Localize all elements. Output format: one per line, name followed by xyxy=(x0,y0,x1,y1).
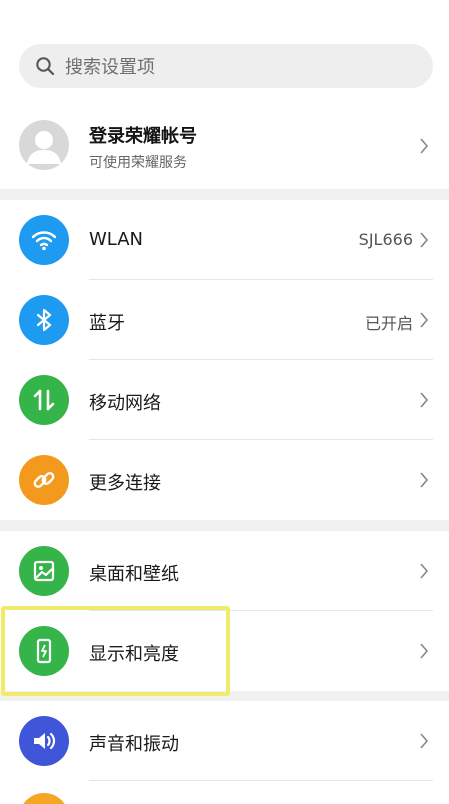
settings-group-connectivity: WLAN SJL666 蓝牙 已开启 移动网络 更多连接 xyxy=(0,200,449,520)
settings-item-display-brightness[interactable]: 显示和亮度 xyxy=(0,611,449,691)
avatar xyxy=(19,120,69,170)
chevron-right-icon xyxy=(419,563,429,579)
settings-item-wlan[interactable]: WLAN SJL666 xyxy=(0,200,449,280)
divider xyxy=(89,780,433,781)
account-title: 登录荣耀帐号 xyxy=(89,126,197,147)
chevron-right-icon xyxy=(419,138,429,154)
chevron-right-icon xyxy=(419,312,429,328)
chevron-right-icon xyxy=(419,733,429,749)
settings-item-value: 已开启 xyxy=(364,314,413,333)
account-subtitle: 可使用荣耀服务 xyxy=(89,155,187,171)
settings-item-mobile-network[interactable]: 移动网络 xyxy=(0,360,449,440)
wifi-icon xyxy=(19,215,69,265)
search-bar[interactable]: 搜索设置项 xyxy=(19,44,433,88)
account-row[interactable]: 登录荣耀帐号 可使用荣耀服务 xyxy=(0,112,449,180)
header-area: 搜索设置项 登录荣耀帐号 可使用荣耀服务 xyxy=(0,0,449,189)
chevron-right-icon xyxy=(419,392,429,408)
settings-item-sound-vibration[interactable]: 声音和振动 xyxy=(0,701,449,781)
settings-item-bluetooth[interactable]: 蓝牙 已开启 xyxy=(0,280,449,360)
mobile-data-icon xyxy=(19,375,69,425)
search-icon xyxy=(35,56,55,76)
chevron-right-icon xyxy=(419,643,429,659)
chevron-right-icon xyxy=(419,472,429,488)
wallpaper-icon xyxy=(19,546,69,596)
settings-item-label: 显示和亮度 xyxy=(89,644,179,665)
settings-item-wallpaper[interactable]: 桌面和壁纸 xyxy=(0,531,449,611)
settings-item-label: 蓝牙 xyxy=(89,313,125,334)
settings-group-display: 桌面和壁纸 显示和亮度 xyxy=(0,531,449,691)
link-icon xyxy=(19,455,69,505)
sound-icon xyxy=(19,716,69,766)
settings-item-value: SJL666 xyxy=(358,230,413,249)
settings-item-label: 移动网络 xyxy=(89,393,161,414)
search-placeholder: 搜索设置项 xyxy=(65,57,155,78)
bluetooth-icon xyxy=(19,295,69,345)
settings-item-label: WLAN xyxy=(89,229,144,250)
settings-item-label: 更多连接 xyxy=(89,473,161,494)
chevron-right-icon xyxy=(419,232,429,248)
settings-item-label: 声音和振动 xyxy=(89,734,179,755)
settings-group-sound: 声音和振动 xyxy=(0,701,449,804)
display-brightness-icon xyxy=(19,626,69,676)
settings-item-more-connections[interactable]: 更多连接 xyxy=(0,440,449,520)
settings-item-label: 桌面和壁纸 xyxy=(89,564,179,585)
